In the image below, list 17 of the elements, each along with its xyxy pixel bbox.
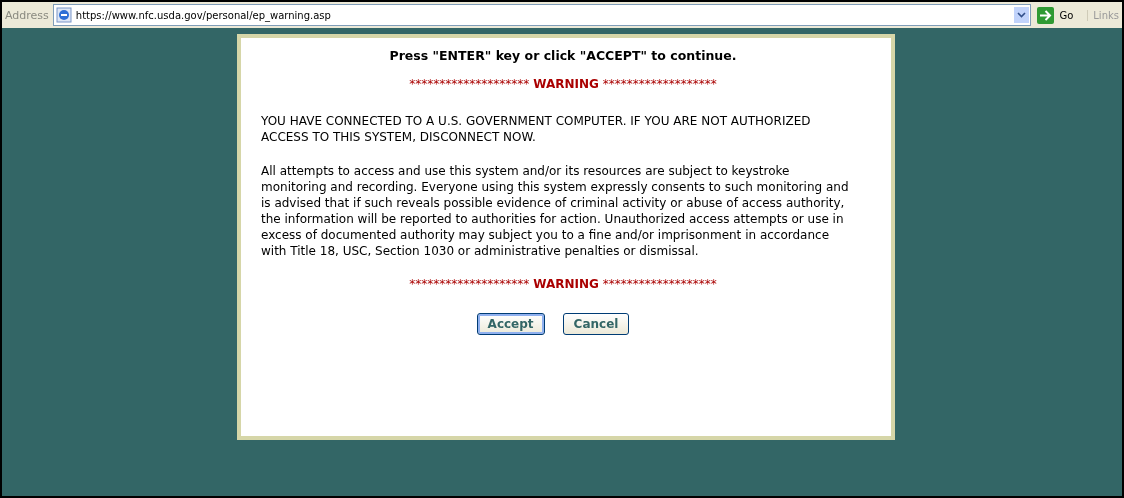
warning-label: WARNING [533,277,599,291]
asterisk-line: ******************* [602,77,717,91]
asterisk-line: ******************* [602,277,717,291]
cancel-button[interactable]: Cancel [562,313,630,335]
warning-paragraph: All attempts to access and use this system and/or its resources are subject to keystroke monitoring and recording. Everyone using this system expressly consents to such monitoring and is advised that if such reveals possible evidence of criminal activity or abuse of access authority, the information will be reported to authorities for action. Unauthorized access attempts or use in excess of documented authority may subject you to a fine and/or imprisonment in accordance with Title 18, USC, Section 1030 or administrative penalties or dismissal. [261,163,850,259]
address-field[interactable]: https://www.nfc.usda.gov/personal/ep_warning.asp [52,4,1032,26]
instruction-text: Press "ENTER" key or click "ACCEPT" to continue. [388,48,738,63]
address-label: Address [5,8,49,22]
asterisk-line: ******************** [409,77,530,91]
asterisk-line: ******************** [409,277,530,291]
go-button[interactable]: Go [1035,6,1084,24]
arrow-icon [1037,6,1055,24]
warning-paragraph: YOU HAVE CONNECTED TO A U.S. GOVERNMENT COMPUTER. IF YOU ARE NOT AUTHORIZED ACCESS TO THIS SYSTEM, DISCONNECT NOW. [261,113,812,145]
accept-button[interactable]: Accept [476,313,545,335]
dropdown-button[interactable] [1014,7,1030,23]
warning-label: WARNING [533,77,599,91]
caret-icon [1017,12,1027,18]
